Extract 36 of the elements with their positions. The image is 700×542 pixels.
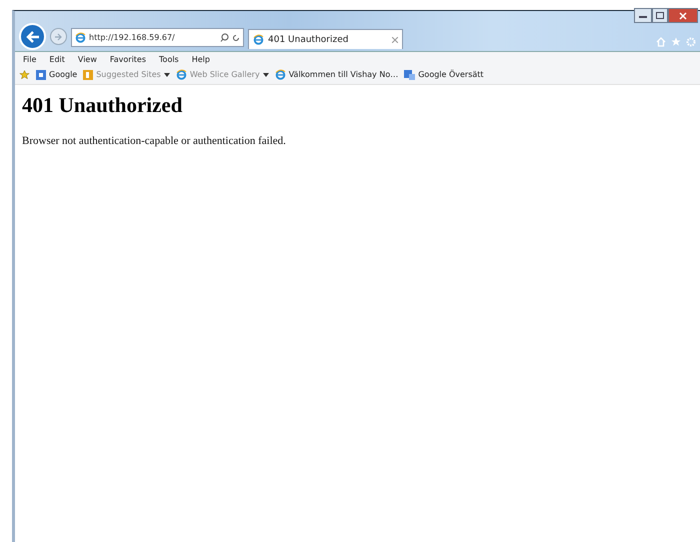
- favorite-link[interactable]: Google Översätt: [404, 70, 484, 80]
- forward-arrow-icon: [54, 32, 63, 40]
- page-heading: 401 Unauthorized: [22, 93, 184, 118]
- menu-item[interactable]: Favorites: [110, 55, 146, 64]
- favorite-link[interactable]: Google: [36, 70, 78, 80]
- maximize-icon: [656, 12, 664, 19]
- minimize-button[interactable]: [634, 8, 652, 23]
- close-button[interactable]: [668, 8, 698, 23]
- address-bar[interactable]: http://192.168.59.67/: [71, 28, 244, 47]
- favorites-star-icon[interactable]: [19, 70, 30, 80]
- tab-title: 401 Unauthorized: [268, 34, 348, 44]
- favorite-link[interactable]: Välkommen till Vishay No…: [274, 69, 398, 80]
- browser-icon: [253, 34, 264, 45]
- address-text: http://192.168.59.67/: [89, 33, 176, 42]
- translate-icon: [404, 70, 416, 80]
- refresh-icon[interactable]: [232, 34, 240, 42]
- menu-item[interactable]: View: [78, 55, 97, 64]
- menu-item[interactable]: File: [23, 55, 36, 64]
- back-arrow-icon: [26, 30, 40, 42]
- close-icon[interactable]: [392, 36, 398, 42]
- caret-icon: [262, 72, 269, 76]
- tile-icon: [83, 70, 94, 80]
- browser-icon: [274, 69, 286, 80]
- minimize-icon: [639, 14, 647, 18]
- back-button[interactable]: [19, 23, 46, 50]
- browser-tab[interactable]: 401 Unauthorized: [248, 29, 403, 49]
- error-message: Browser not authentication-capable or authentication failed.: [22, 135, 287, 147]
- menu-item[interactable]: Tools: [159, 55, 179, 64]
- browser-icon: [75, 32, 86, 43]
- browser-icon: [176, 69, 187, 80]
- menu-item[interactable]: Help: [192, 55, 210, 64]
- close-icon: [679, 12, 687, 20]
- star-icon[interactable]: [671, 37, 681, 47]
- menu-item[interactable]: Edit: [49, 55, 65, 64]
- maximize-button[interactable]: [652, 8, 668, 23]
- caret-icon: [164, 72, 170, 76]
